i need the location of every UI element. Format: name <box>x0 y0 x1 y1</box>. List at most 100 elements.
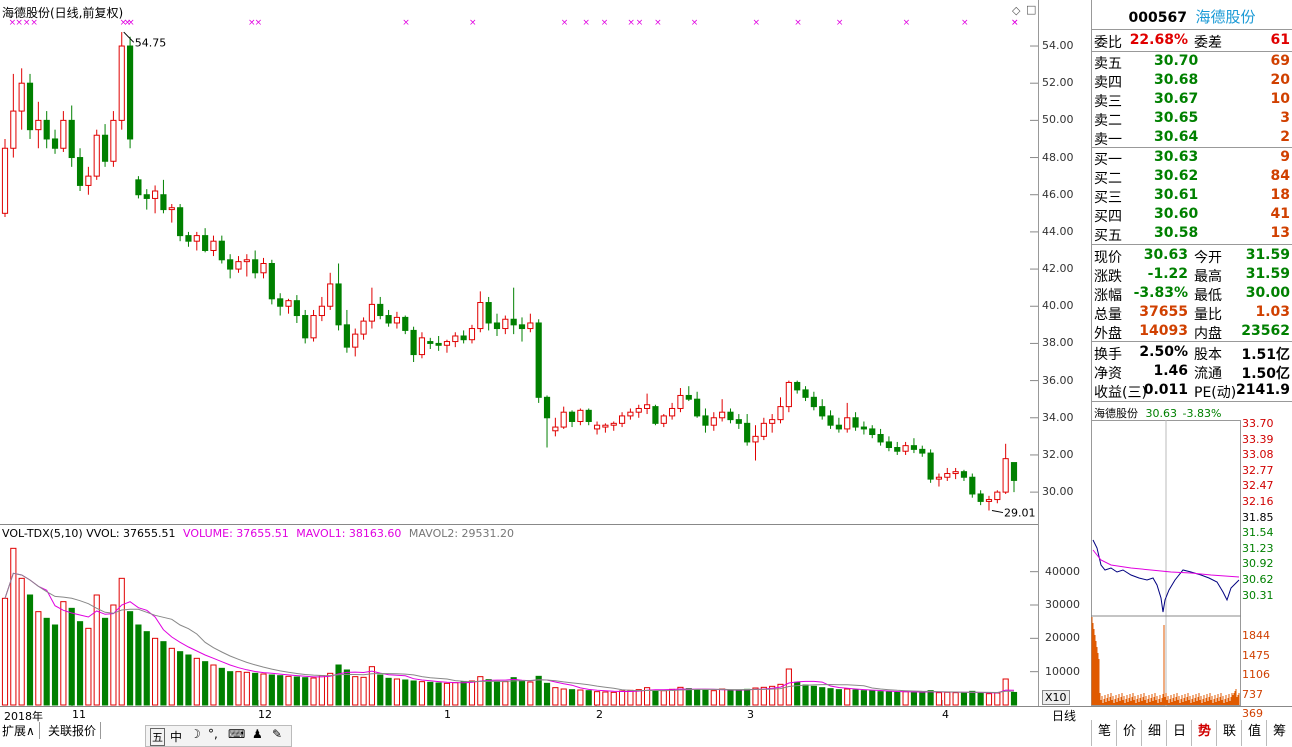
candle-body <box>952 471 959 475</box>
ask-row[interactable]: 卖一 30.64 2 <box>1092 128 1292 148</box>
volume-bar <box>310 677 317 706</box>
candle-body <box>627 411 634 417</box>
event-marker: × <box>752 18 760 28</box>
candle-body <box>18 82 25 112</box>
volume-bar <box>76 621 84 706</box>
bid-row[interactable]: 买二 30.62 84 <box>1092 167 1292 187</box>
event-marker: × <box>794 18 802 28</box>
bottom-tab-related[interactable]: 关联报价 <box>48 722 102 739</box>
keyboard-icon[interactable]: ⌨ <box>228 727 245 741</box>
right-tab[interactable]: 筹 <box>1266 720 1292 746</box>
volume-bar <box>877 691 884 706</box>
volume-bar <box>593 691 601 706</box>
volume-bar <box>927 690 934 706</box>
candle-body <box>51 138 59 149</box>
mini-price-tick: 30.62 <box>1242 573 1274 586</box>
fund-value2: 1.50亿 <box>1241 366 1290 382</box>
candle-body <box>960 471 968 478</box>
ask-label: 卖五 <box>1094 56 1122 72</box>
ask-row[interactable]: 卖四 30.68 20 <box>1092 71 1292 91</box>
bid-volume: 13 <box>1270 225 1290 241</box>
vol-indicator-name[interactable]: VOL-TDX(5,10) <box>2 527 83 540</box>
fundamental-row: 换手 2.50% 股本 1.51亿 <box>1092 343 1292 363</box>
wrench-icon[interactable]: ✎ <box>272 727 282 741</box>
candle-body <box>744 422 751 443</box>
candle-body <box>510 318 517 326</box>
bottom-tab-expand[interactable]: 扩展∧ <box>2 722 40 739</box>
candle-body <box>760 422 767 437</box>
candle-body <box>285 300 292 307</box>
event-marker: × <box>961 18 969 28</box>
event-marker: × <box>30 18 38 28</box>
candle-body <box>860 426 867 430</box>
volume-bar <box>152 637 159 706</box>
candle-body <box>885 441 893 449</box>
right-tab[interactable]: 价 <box>1116 720 1142 746</box>
ask-row[interactable]: 卖二 30.65 3 <box>1092 109 1292 129</box>
price-tick: 40.00 <box>1042 299 1074 313</box>
quote-label: 涨跌 <box>1094 269 1122 285</box>
ask-row[interactable]: 卖三 30.67 10 <box>1092 90 1292 110</box>
volume-bar <box>10 547 17 706</box>
volume-bar <box>210 664 217 706</box>
right-tab[interactable]: 值 <box>1241 720 1267 746</box>
right-tab[interactable]: 势 <box>1191 720 1217 746</box>
vol-volume: VOLUME: 37655.51 <box>183 527 289 540</box>
volume-bar <box>468 680 476 706</box>
person-icon[interactable]: ♟ <box>252 727 263 741</box>
volume-bar <box>160 641 167 706</box>
candle-body <box>585 409 592 422</box>
candle-body <box>385 315 392 324</box>
candle-body <box>393 316 401 324</box>
volume-bar <box>360 676 367 706</box>
candle-body <box>343 324 350 348</box>
volume-bar <box>1010 691 1018 706</box>
fund-label: 收益(三) <box>1094 385 1147 401</box>
right-tab[interactable]: 细 <box>1141 720 1167 746</box>
fund-value: 1.46 <box>1153 363 1188 379</box>
moon-icon[interactable]: ☽ <box>190 727 201 741</box>
bid-volume: 41 <box>1270 206 1290 222</box>
volume-bar <box>277 675 284 706</box>
volume-bar <box>685 688 692 706</box>
right-tab[interactable]: 笔 <box>1091 720 1117 746</box>
candle-body <box>802 389 809 398</box>
candle-body <box>518 324 526 330</box>
candle-body <box>76 157 84 186</box>
fund-value: 2.50% <box>1139 344 1188 360</box>
volume-bar <box>819 687 826 706</box>
ask-row[interactable]: 卖五 30.70 69 <box>1092 52 1292 72</box>
bid-price: 30.63 <box>1154 149 1199 165</box>
wubi-icon[interactable]: 五 <box>150 728 165 746</box>
right-tab[interactable]: 日 <box>1166 720 1192 746</box>
bid-row[interactable]: 买一 30.63 9 <box>1092 148 1292 168</box>
candlestick-chart[interactable]: × × × × × ×× × × × × × × × × × × × × × × × × ××54.7529.01 <box>0 0 1038 706</box>
volume-bar <box>427 681 434 706</box>
period-label[interactable]: 日线 <box>1052 707 1076 724</box>
price-tick: 46.00 <box>1042 187 1074 201</box>
candle-body <box>877 433 884 443</box>
bid-row[interactable]: 买三 30.61 18 <box>1092 186 1292 206</box>
volume-bar <box>443 682 451 706</box>
dots-icon[interactable]: °, <box>208 727 218 741</box>
volume-bar <box>652 689 659 706</box>
volume-bar <box>318 675 325 706</box>
candle-body <box>944 473 951 478</box>
volume-bar <box>844 688 851 706</box>
volume-bar <box>610 691 617 706</box>
price-tick: 36.00 <box>1042 373 1074 387</box>
candle-body <box>552 426 559 432</box>
bid-row[interactable]: 买五 30.58 13 <box>1092 224 1292 244</box>
intraday-mini-chart[interactable] <box>1091 420 1241 706</box>
right-tab[interactable]: 联 <box>1216 720 1242 746</box>
candle-body <box>10 110 17 149</box>
bid-row[interactable]: 买四 30.60 41 <box>1092 205 1292 225</box>
volume-bar <box>60 601 67 706</box>
candle-body <box>135 179 142 196</box>
chinese-mode-icon[interactable]: 中 <box>170 728 182 745</box>
candle-body <box>735 419 742 424</box>
candle-body <box>727 411 734 421</box>
bid-volume: 18 <box>1270 187 1290 203</box>
candle-body <box>844 417 851 430</box>
candle-body <box>402 316 409 331</box>
